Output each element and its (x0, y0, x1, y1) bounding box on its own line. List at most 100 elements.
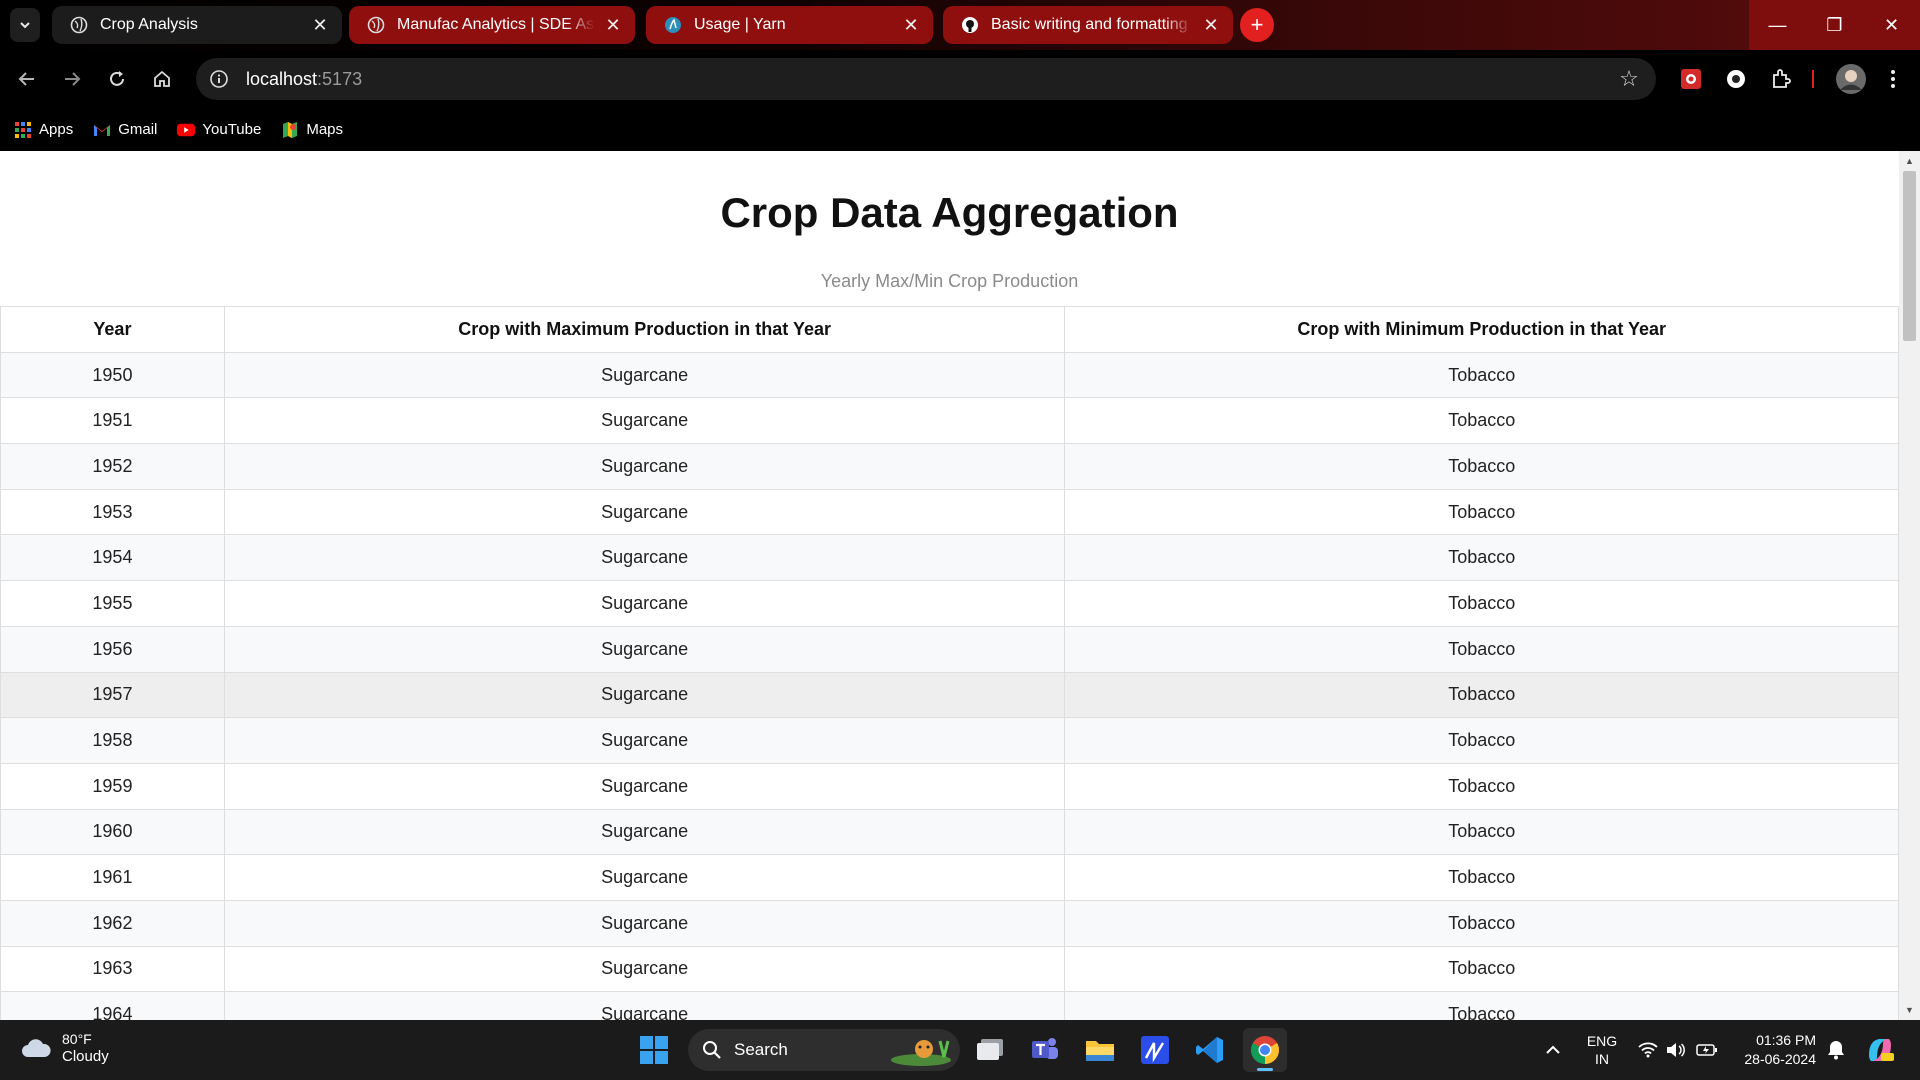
page-viewport: Crop Data Aggregation Yearly Max/Min Cro… (0, 151, 1920, 1020)
wifi-icon[interactable] (1636, 1020, 1660, 1080)
volume-icon[interactable] (1664, 1020, 1688, 1080)
bookmark-label: Gmail (118, 121, 158, 138)
column-header-year[interactable]: Year (0, 306, 225, 353)
max-crop-cell: Sugarcane (223, 488, 1066, 536)
new-tab-button[interactable]: + (1240, 8, 1274, 42)
max-crop-cell: Sugarcane (223, 945, 1066, 993)
close-window-button[interactable]: ✕ (1863, 0, 1920, 50)
page-title: Crop Data Aggregation (720, 189, 1179, 236)
extension-circle-icon[interactable] (1721, 64, 1751, 94)
year-cell: 1955 (0, 580, 225, 627)
task-view-icon[interactable] (968, 1028, 1012, 1072)
restore-button[interactable]: ❐ (1806, 0, 1863, 50)
menu-kebab-icon[interactable] (1878, 64, 1908, 94)
start-button[interactable] (632, 1028, 676, 1072)
url-host: localhost (246, 68, 318, 89)
bookmark-star-icon[interactable]: ☆ (1616, 66, 1642, 92)
chevron-up-icon[interactable] (1538, 1020, 1568, 1080)
chrome-taskbar-icon[interactable] (1243, 1028, 1287, 1072)
close-tab-icon[interactable]: ✕ (1201, 15, 1221, 35)
cloud-icon (22, 1039, 51, 1057)
vscode-icon[interactable] (1188, 1028, 1232, 1072)
back-button[interactable] (10, 62, 44, 96)
tab-yarn-usage[interactable]: Usage | Yarn ✕ (646, 6, 933, 44)
language-indicator[interactable]: ENG IN (1576, 1020, 1628, 1080)
min-crop-cell: Tobacco (1064, 397, 1899, 445)
close-tab-icon[interactable]: ✕ (310, 15, 330, 35)
table-row: 1956 Sugarcane Tobacco (0, 625, 1899, 673)
tab-search-button[interactable] (10, 8, 40, 42)
scrollbar-thumb[interactable] (1903, 171, 1916, 341)
clock-time: 01:36 PM (1756, 1032, 1816, 1048)
profile-avatar[interactable] (1832, 60, 1870, 98)
scroll-up-arrow-icon[interactable]: ▲ (1899, 153, 1920, 169)
bookmark-apps[interactable]: Apps (14, 121, 73, 139)
min-crop-cell: Tobacco (1064, 625, 1899, 673)
reload-button[interactable] (100, 62, 134, 96)
site-info-icon[interactable] (204, 64, 234, 94)
max-crop-cell: Sugarcane (223, 671, 1066, 719)
notification-bell-icon[interactable] (1824, 1020, 1848, 1080)
column-header-min-crop[interactable]: Crop with Minimum Production in that Yea… (1064, 306, 1899, 353)
teams-icon[interactable] (1023, 1028, 1067, 1072)
forward-button[interactable] (55, 62, 89, 96)
bookmark-youtube[interactable]: YouTube (177, 121, 261, 139)
year-cell: 1958 (0, 717, 225, 764)
year-cell: 1963 (0, 945, 225, 993)
table-row: 1953 Sugarcane Tobacco (0, 488, 1899, 536)
tab-github-docs[interactable]: Basic writing and formatting syntax ✕ (943, 6, 1233, 44)
extension-red-icon[interactable] (1676, 64, 1706, 94)
year-cell: 1957 (0, 671, 225, 719)
app-blue-icon[interactable] (1133, 1028, 1177, 1072)
toolbar-divider (1812, 70, 1814, 88)
table-header-row: Year Crop with Maximum Production in tha… (0, 306, 1899, 353)
bookmark-gmail[interactable]: Gmail (93, 121, 157, 139)
tab-manufac-analytics[interactable]: Manufac Analytics | SDE Assignment ✕ (349, 6, 635, 44)
bookmark-maps[interactable]: Maps (281, 121, 343, 139)
weather-temperature: 80°F (62, 1031, 92, 1047)
table-row: 1957 Sugarcane Tobacco (0, 671, 1899, 719)
min-crop-cell: Tobacco (1064, 945, 1899, 993)
table-body: 1950 Sugarcane Tobacco 1951 Sugarcane Tobacco… (0, 351, 1899, 1020)
min-crop-cell: Tobacco (1064, 534, 1899, 582)
column-header-max-crop[interactable]: Crop with Maximum Production in that Yea… (223, 306, 1066, 353)
min-crop-cell: Tobacco (1064, 717, 1899, 764)
close-tab-icon[interactable]: ✕ (603, 15, 623, 35)
system-clock[interactable]: 01:36 PM 28-06-2024 (1728, 1020, 1816, 1080)
table-row: 1950 Sugarcane Tobacco (0, 351, 1899, 399)
tab-title: Manufac Analytics | SDE Assignment (397, 16, 595, 33)
weather-widget[interactable]: 80°F Cloudy (20, 1030, 109, 1066)
home-button[interactable] (145, 62, 179, 96)
min-crop-cell: Tobacco (1064, 991, 1899, 1020)
minimize-button[interactable]: — (1749, 0, 1806, 50)
taskbar-search-box[interactable]: Search (688, 1029, 960, 1071)
min-crop-cell: Tobacco (1064, 580, 1899, 627)
tab-strip: Crop Analysis ✕ Manufac Analytics | SDE … (0, 0, 1920, 50)
globe-icon (70, 16, 88, 34)
year-cell: 1964 (0, 991, 225, 1020)
table-row: 1962 Sugarcane Tobacco (0, 899, 1899, 947)
battery-icon[interactable] (1694, 1020, 1720, 1080)
close-icon: ✕ (1883, 14, 1900, 35)
apps-grid-icon (14, 121, 32, 139)
crop-analysis-page: Crop Data Aggregation Yearly Max/Min Cro… (0, 151, 1899, 1020)
tab-crop-analysis[interactable]: Crop Analysis ✕ (52, 6, 342, 44)
year-cell: 1959 (0, 762, 225, 810)
extensions-puzzle-icon[interactable] (1766, 64, 1796, 94)
close-tab-icon[interactable]: ✕ (901, 15, 921, 35)
table-row: 1964 Sugarcane Tobacco (0, 991, 1899, 1020)
page-scrollbar[interactable]: ▲ ▼ (1899, 151, 1920, 1020)
copilot-icon[interactable] (1862, 1020, 1898, 1080)
address-bar[interactable]: localhost:5173 ☆ (196, 58, 1656, 100)
plus-icon: + (1250, 12, 1264, 37)
chevron-down-icon (20, 22, 30, 29)
scroll-down-arrow-icon[interactable]: ▼ (1899, 1002, 1920, 1018)
year-cell: 1961 (0, 854, 225, 901)
file-explorer-icon[interactable] (1078, 1028, 1122, 1072)
table-caption: Yearly Max/Min Crop Production (820, 271, 1079, 291)
search-icon (702, 1040, 722, 1060)
max-crop-cell: Sugarcane (223, 580, 1066, 627)
minimize-icon: — (1768, 14, 1787, 35)
min-crop-cell: Tobacco (1064, 762, 1899, 810)
year-cell: 1951 (0, 397, 225, 445)
